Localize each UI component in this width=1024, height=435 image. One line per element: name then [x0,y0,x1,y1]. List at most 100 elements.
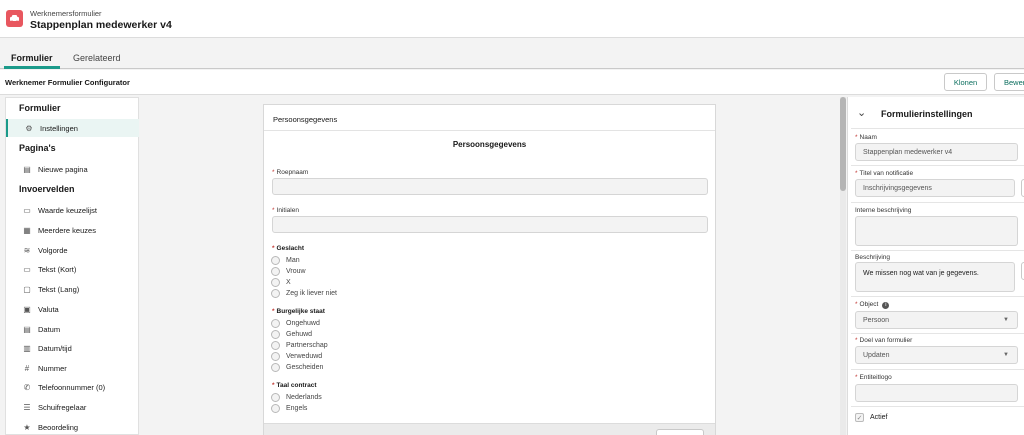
radio-circle-icon [271,404,280,413]
phone-icon: ✆ [23,382,31,392]
settings-panel: ⌄ Formulierinstellingen * Naam Stappenpla… [847,97,1024,435]
radio-circle-icon [271,352,280,361]
divider [851,296,1024,297]
form-section-title: Persoonsgegevens [452,140,527,149]
radio-gehuwd[interactable]: Gehuwd [271,330,312,339]
tab-formulier[interactable]: Formulier [11,53,53,63]
radio-vrouw[interactable]: Vrouw [271,267,306,276]
radio-engels[interactable]: Engels [271,404,307,413]
section-invoervelden: Invoervelden [19,184,75,194]
sidebar-item-label: Datum/tijd [38,343,72,353]
tab-gerelateerd[interactable]: Gerelateerd [73,53,121,63]
sidebar-item-nummer[interactable]: # Nummer [6,359,139,377]
radio-zeg-ik-liever-niet[interactable]: Zeg ik liever niet [271,289,337,298]
sidebar-item-valuta[interactable]: ▣ Valuta [6,300,139,318]
sidebar-item-meerdere-keuzes[interactable]: ▦ Meerdere keuzes [6,221,139,239]
sidebar-item-waarde-keuzelijst[interactable]: ▭ Waarde keuzelijst [6,201,139,219]
radio-circle-icon [271,330,280,339]
app-header: Werknemersformulier Stappenplan medewerk… [0,0,1024,38]
radio-man[interactable]: Man [271,256,300,265]
naam-label: * Naam [855,134,877,141]
sidebar-item-nieuwe-pagina[interactable]: ▤ Nieuwe pagina [6,160,139,178]
radio-x[interactable]: X [271,278,291,287]
section-formulier: Formulier [19,103,61,113]
sidebar-item-label: Tekst (Lang) [38,284,80,294]
doel-label: * Doel van formulier [855,337,913,344]
radio-gescheiden[interactable]: Gescheiden [271,363,323,372]
form-page-card[interactable]: Persoonsgegevens Persoonsgegevens * Roepn… [263,104,716,435]
interne-beschrijving-textarea[interactable] [855,216,1018,246]
sidebar-item-datum-tijd[interactable]: ▥ Datum/tijd [6,339,139,357]
beschrijving-label: Beschrijving [855,254,891,261]
sidebar-item-volgorde[interactable]: ≋ Volgorde [6,241,139,259]
sidebar-item-label: Datum [38,324,61,334]
interne-beschrijving-label: Interne beschrijving [855,207,912,214]
record-title: Stappenplan medewerker v4 [30,19,172,31]
radio-verweduwd[interactable]: Verweduwd [271,352,322,361]
doel-select[interactable]: Updaten [855,346,1018,364]
scrollbar-thumb[interactable] [840,97,846,191]
sidebar-item-tekst-lang[interactable]: ▢ Tekst (Lang) [6,280,139,298]
sidebar-item-label: Volgorde [38,245,68,255]
sidebar-item-instellingen[interactable]: ⚙ Instellingen [6,119,139,137]
sidebar-item-label: Telefoonnummer (0) [38,382,106,392]
radio-partnerschap[interactable]: Partnerschap [271,341,328,350]
configurator-header: Werknemer Formulier Configurator Klonen … [0,70,1024,95]
list-icon: ▭ [23,205,31,215]
roepnaam-input[interactable] [272,178,708,195]
multi-select-icon: ▦ [23,225,31,235]
short-text-icon: ▭ [23,264,31,274]
sidebar-item-beoordeling[interactable]: ★ Beoordeling [6,418,139,435]
divider [851,128,1024,129]
sidebar-item-telefoonnummer[interactable]: ✆ Telefoonnummer (0) [6,378,139,396]
entiteitlogo-input[interactable] [855,384,1018,402]
field-label-roepnaam: * Roepnaam [272,169,309,176]
entiteitlogo-label: * Entiteitlogo [855,374,892,381]
settings-title: Formulierinstellingen [881,109,973,119]
field-label-geslacht: * Geslacht [272,245,304,252]
datetime-icon: ▥ [23,343,31,353]
page-icon: ▤ [23,164,31,174]
beschrijving-textarea[interactable]: We missen nog wat van je gegevens. [855,262,1015,292]
sidebar-item-label: Beoordeling [38,422,79,432]
actief-label: Actief [870,414,888,421]
canvas-scrollbar[interactable] [840,97,846,435]
notificatie-label: * Titel van notificatie [855,170,914,177]
sidebar-item-tekst-kort[interactable]: ▭ Tekst (Kort) [6,260,139,278]
number-icon: # [24,363,30,373]
radio-circle-icon [271,393,280,402]
object-select[interactable]: Persoon [855,311,1018,329]
radio-circle-icon [271,256,280,265]
chevron-down-icon[interactable]: ⌄ [857,106,866,119]
divider [851,333,1024,334]
radio-ongehuwd[interactable]: Ongehuwd [271,319,320,328]
sidebar-item-datum[interactable]: ▤ Datum [6,320,139,338]
sidebar-item-label: Meerdere keuzes [38,225,96,235]
page-header: Persoonsgegevens [264,105,715,131]
sidebar-item-label: Nieuwe pagina [38,164,88,174]
divider [851,406,1024,407]
initialen-input[interactable] [272,216,708,233]
radio-circle-icon [271,319,280,328]
footer-button[interactable] [656,429,704,435]
active-tab-indicator [4,66,60,69]
calendar-icon: ▤ [23,324,31,334]
gear-icon: ⚙ [25,123,33,133]
divider [851,202,1024,203]
radio-circle-icon [271,289,280,298]
actief-checkbox[interactable]: ✓ Actief [855,413,888,422]
car-icon [6,10,23,27]
notificatie-input[interactable]: Inschrijvingsgegevens [855,179,1015,197]
divider [851,250,1024,251]
layers-icon: ≋ [23,245,31,255]
sidebar-item-label: Valuta [38,304,59,314]
field-label-burgerlijke-staat: * Burgelijke staat [272,308,325,315]
star-icon: ★ [23,422,31,432]
radio-nederlands[interactable]: Nederlands [271,393,322,402]
naam-input[interactable]: Stappenplan medewerker v4 [855,143,1018,161]
clone-button[interactable]: Klonen [944,73,987,91]
sidebar-item-schuifregelaar[interactable]: ☰ Schuifregelaar [6,398,139,416]
field-label-taal-contract: * Taal contract [272,382,317,389]
edit-button[interactable]: Bewer [994,73,1024,91]
radio-circle-icon [271,341,280,350]
